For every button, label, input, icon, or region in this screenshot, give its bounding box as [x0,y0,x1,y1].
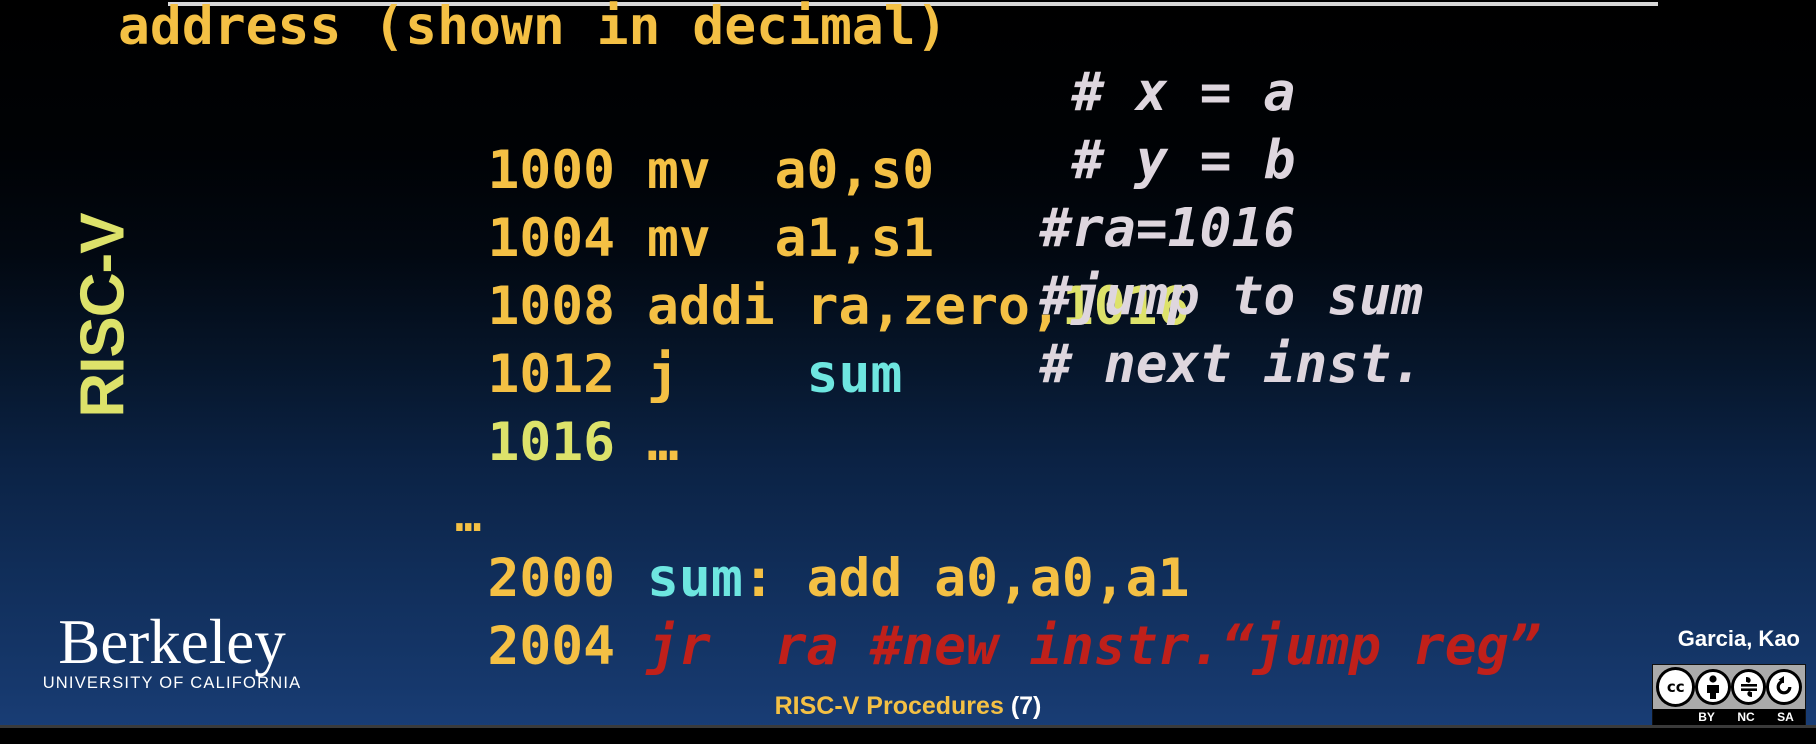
berkeley-wordmark: Berkeley [58,607,286,677]
code-comment: # y = b [1072,130,1296,191]
code-comment: # x = a [1072,62,1296,123]
cc-label-sa: SA [1777,710,1794,724]
code-instruction-jr: jr ra #new instr.“jump reg” [615,616,1541,677]
code-address: 2004 [487,616,616,677]
code-comment: # next inst. [1040,334,1423,395]
code-comment: #ra=1016 [1040,198,1296,259]
authors-credit: Garcia, Kao [1677,626,1800,651]
cc-glyph-text: cc [1666,677,1685,696]
attribution-person-icon [1695,669,1731,705]
berkeley-subtitle: UNIVERSITY OF CALIFORNIA [42,674,302,692]
berkeley-logo: Berkeley UNIVERSITY OF CALIFORNIA [42,607,302,693]
bottom-bar [0,728,1816,744]
cc-icons-row: cc [1653,665,1805,709]
footer-title: RISC-V Procedures (7) [0,692,1816,721]
cc-label-nc: NC [1737,710,1755,724]
code-comment: #jump to sum [1040,266,1423,327]
cc-labels-row: BY NC SA [1653,709,1805,725]
creative-commons-icon: cc [1656,667,1696,707]
cc-label-by: BY [1698,710,1715,724]
non-commercial-dollar-icon [1730,669,1767,705]
creative-commons-badge[interactable]: cc BY NC SA [1652,664,1806,726]
footer-title-text: RISC-V Procedures [774,692,1004,720]
slide-canvas: RISC-V address (shown in decimal) 1000 m… [0,0,1816,744]
code-branch-label: sum [806,344,903,405]
share-alike-arrow-icon [1766,669,1802,705]
footer-slide-number: (7) [1010,692,1042,720]
